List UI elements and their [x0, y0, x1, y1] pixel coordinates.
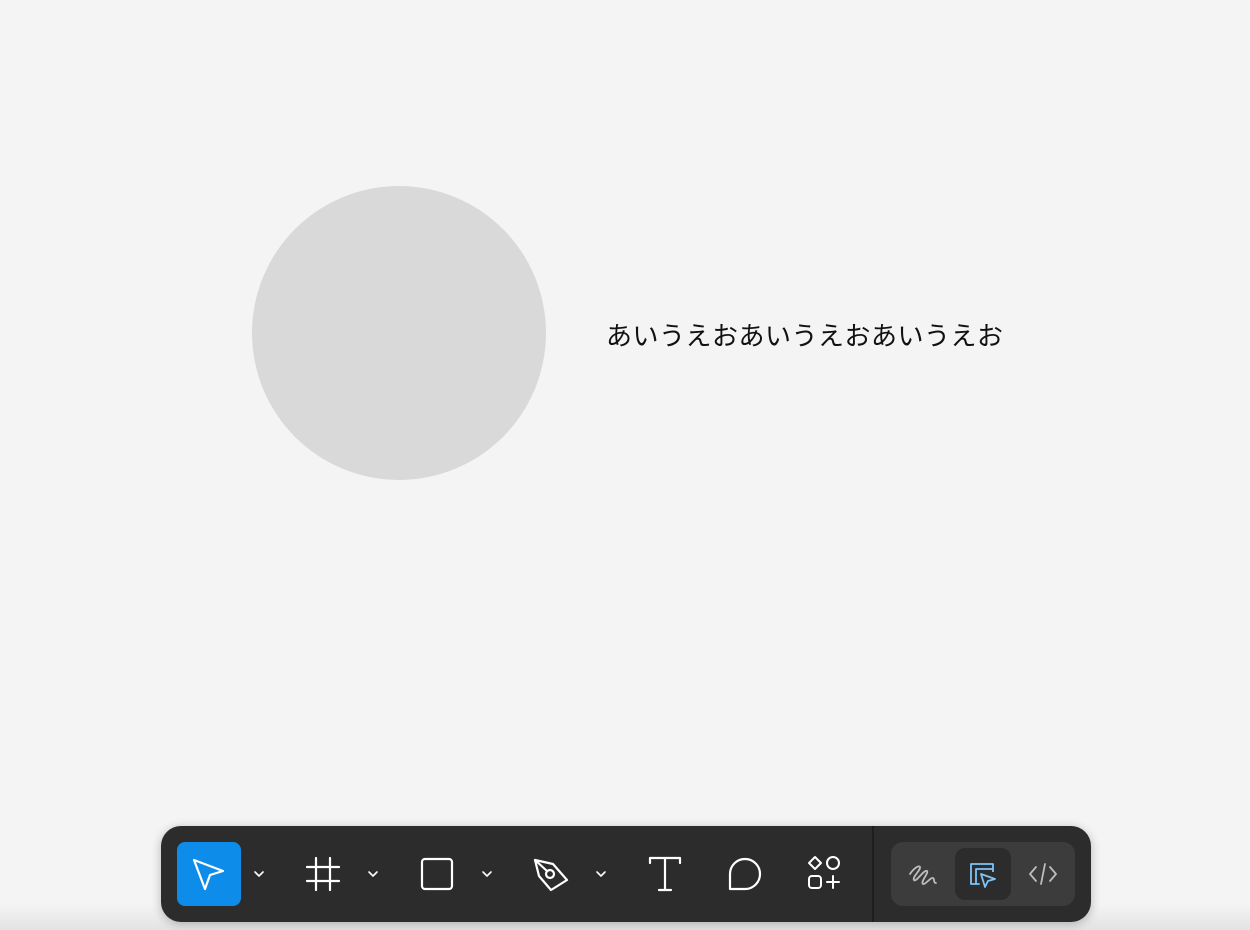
- chevron-down-icon: [596, 871, 606, 877]
- move-tool-menu-chevron[interactable]: [247, 862, 271, 886]
- frame-tool-button[interactable]: [291, 842, 355, 906]
- rectangle-tool-menu-chevron[interactable]: [475, 862, 499, 886]
- design-canvas[interactable]: あいうえおあいうえおあいうえお: [0, 0, 1250, 930]
- frame-tool-menu-chevron[interactable]: [361, 862, 385, 886]
- chevron-down-icon: [368, 871, 378, 877]
- design-mode-button[interactable]: [955, 848, 1011, 900]
- comment-tool-button[interactable]: [713, 842, 777, 906]
- design-ruler-cursor-icon: [970, 863, 996, 888]
- text-layer[interactable]: あいうえおあいうえおあいうえお: [606, 316, 1004, 353]
- frame-hash-icon: [305, 856, 341, 892]
- pen-tool-button[interactable]: [519, 842, 583, 906]
- rectangle-tool-button[interactable]: [405, 842, 469, 906]
- code-brackets-icon: [1029, 863, 1057, 885]
- rectangle-icon: [420, 857, 454, 891]
- shapes-plus-icon: [808, 856, 840, 889]
- text-t-icon: [648, 856, 682, 892]
- pen-tool-menu-chevron[interactable]: [589, 862, 613, 886]
- text-tool-button[interactable]: [633, 842, 697, 906]
- draw-mode-button[interactable]: [895, 848, 951, 900]
- bottom-toolbar: [161, 826, 1091, 922]
- move-cursor-icon: [192, 858, 225, 891]
- draw-squiggle-icon: [909, 865, 937, 885]
- comment-bubble-icon: [728, 857, 762, 891]
- pen-nib-icon: [533, 858, 569, 892]
- toolbar-divider: [872, 826, 874, 922]
- dev-mode-button[interactable]: [1015, 848, 1071, 900]
- mode-switcher: [891, 842, 1075, 906]
- chevron-down-icon: [254, 871, 264, 877]
- ellipse-layer[interactable]: [252, 186, 546, 480]
- actions-tool-button[interactable]: [793, 842, 857, 906]
- chevron-down-icon: [482, 871, 492, 877]
- move-tool-button[interactable]: [177, 842, 241, 906]
